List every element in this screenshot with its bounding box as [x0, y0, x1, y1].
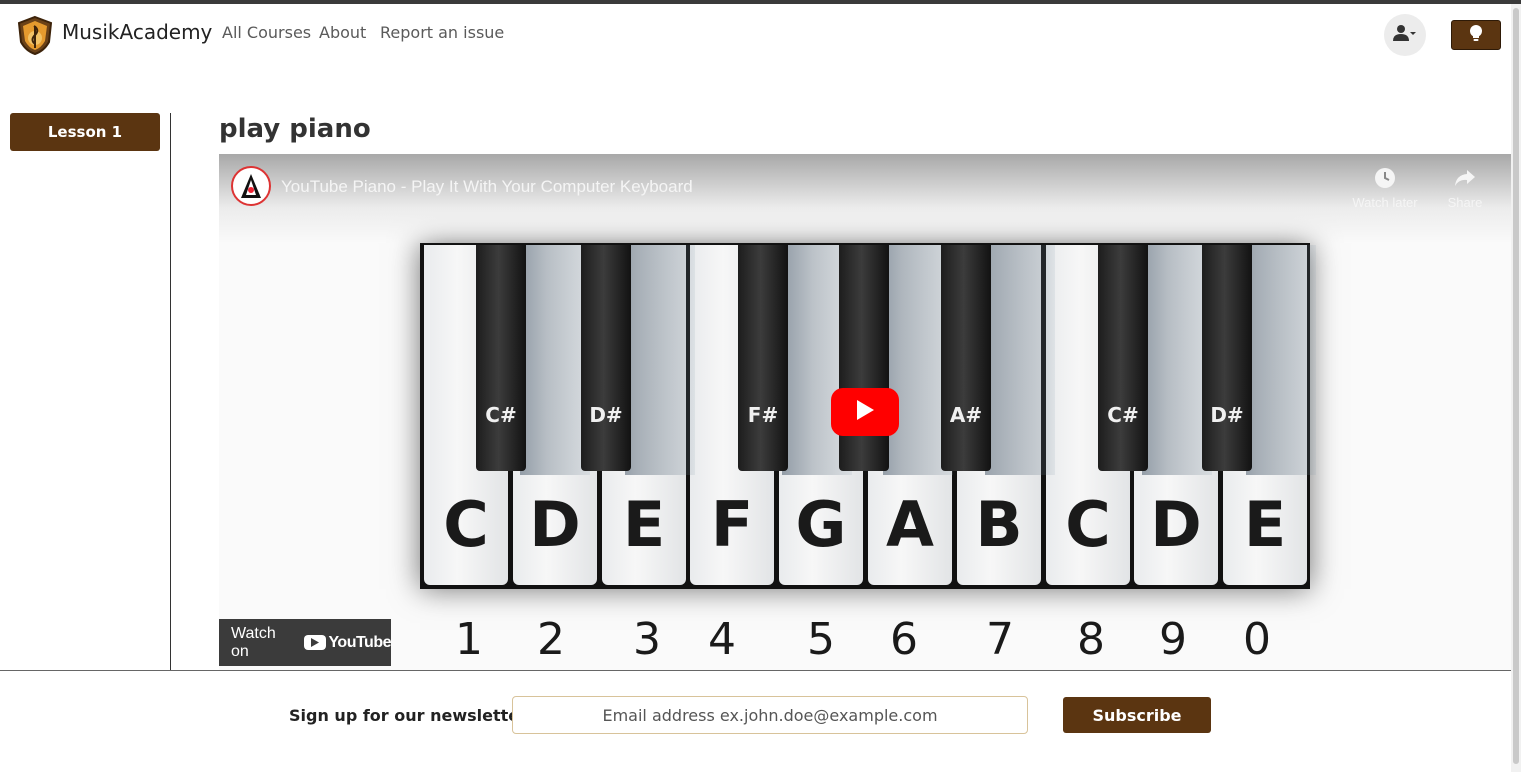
- key-digit: 9: [1159, 614, 1187, 665]
- black-key: D#: [1202, 245, 1252, 471]
- key-digit: 0: [1243, 614, 1271, 665]
- nav-link-all-courses[interactable]: All Courses: [222, 23, 311, 42]
- white-key-note: B: [975, 488, 1023, 561]
- newsletter-email-input[interactable]: [512, 696, 1028, 734]
- key-digit: 4: [708, 614, 736, 665]
- black-key-note: C#: [1107, 403, 1139, 427]
- watch-later-label: Watch later: [1352, 195, 1418, 210]
- white-key-note: F: [710, 488, 754, 561]
- subscribe-button[interactable]: Subscribe: [1063, 697, 1211, 733]
- nav-link-report-issue[interactable]: Report an issue: [380, 23, 504, 42]
- brand-name[interactable]: MusikAcademy: [62, 20, 212, 44]
- sidebar-lesson-1[interactable]: Lesson 1: [10, 113, 160, 151]
- black-key-shadow: [520, 245, 590, 475]
- key-digit: 1: [455, 614, 483, 665]
- white-key-note: D: [529, 488, 581, 561]
- white-key-note: E: [1243, 488, 1287, 561]
- black-key-shadow: [625, 245, 695, 475]
- theme-toggle-button[interactable]: [1451, 20, 1501, 50]
- channel-avatar[interactable]: [231, 166, 271, 206]
- white-key-note: C: [1065, 488, 1111, 561]
- page-scrollbar[interactable]: [1511, 4, 1521, 772]
- black-key: C#: [1098, 245, 1148, 471]
- key-digit: 8: [1077, 614, 1105, 665]
- white-key-note: A: [886, 488, 934, 561]
- black-key-note: D#: [1210, 403, 1244, 427]
- white-key-note: E: [622, 488, 666, 561]
- black-key: [839, 245, 889, 471]
- play-icon: [855, 399, 875, 425]
- video-top-shade: [219, 154, 1511, 244]
- key-digit: 5: [807, 614, 835, 665]
- black-key-note: F#: [747, 403, 779, 427]
- user-menu-button[interactable]: [1384, 14, 1426, 56]
- key-digit: 6: [890, 614, 918, 665]
- black-key-note: D#: [589, 403, 623, 427]
- key-digit: 2: [537, 614, 565, 665]
- clock-icon: [1373, 168, 1397, 193]
- watch-later-button[interactable]: Watch later: [1350, 166, 1420, 210]
- black-key: F#: [738, 245, 788, 471]
- black-key-note: C#: [485, 403, 517, 427]
- black-key-shadow: [1246, 245, 1316, 475]
- black-key: C#: [476, 245, 526, 471]
- newsletter-label: Sign up for our newsletter: [289, 706, 528, 725]
- white-key-note: D: [1150, 488, 1202, 561]
- black-key: D#: [581, 245, 631, 471]
- share-label: Share: [1447, 195, 1483, 210]
- watch-on-youtube-button[interactable]: Watch on YouTube: [219, 619, 391, 666]
- lightbulb-icon: [1469, 24, 1483, 46]
- black-key-note: A#: [949, 403, 983, 427]
- video-title[interactable]: YouTube Piano - Play It With Your Comput…: [281, 177, 693, 197]
- lesson-title: play piano: [219, 114, 371, 144]
- musikacademy-logo[interactable]: [14, 14, 56, 56]
- user-icon: [1393, 24, 1417, 46]
- white-key-note: C: [443, 488, 489, 561]
- key-digit: 3: [633, 614, 661, 665]
- youtube-play-icon: [304, 635, 327, 650]
- black-key: A#: [941, 245, 991, 471]
- white-key-note: G: [795, 488, 847, 561]
- share-button[interactable]: Share: [1430, 166, 1500, 210]
- scrollbar-thumb[interactable]: [1513, 8, 1519, 764]
- sidebar-divider: [170, 113, 171, 671]
- content-divider: [0, 670, 1511, 671]
- black-key-shadow: [985, 245, 1055, 475]
- watch-on-label: Watch on: [231, 624, 276, 660]
- key-digit: 7: [986, 614, 1014, 665]
- youtube-embed[interactable]: C D E F G A B C D E C# D# F# A# C# D# Yo…: [219, 154, 1511, 670]
- youtube-wordmark: YouTube: [328, 633, 391, 651]
- navbar: MusikAcademy All Courses About Report an…: [0, 4, 1511, 60]
- nav-link-about[interactable]: About: [319, 23, 366, 42]
- youtube-logo: YouTube: [304, 634, 391, 652]
- share-icon: [1453, 170, 1477, 193]
- play-button[interactable]: [831, 388, 899, 436]
